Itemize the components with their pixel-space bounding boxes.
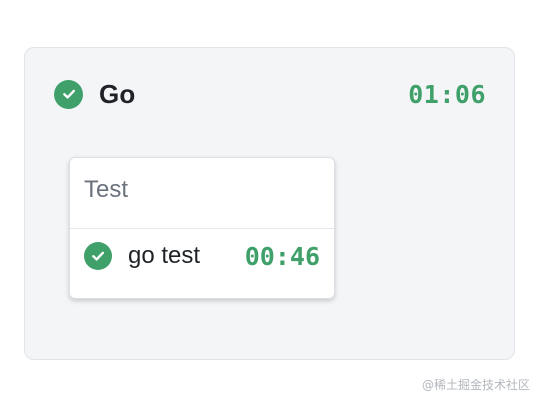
pipeline-panel: Go 01:06 Test go test 00:46 xyxy=(24,47,515,360)
pipeline-duration: 01:06 xyxy=(408,79,486,109)
job-name[interactable]: go test xyxy=(128,242,200,270)
job-row[interactable]: go test 00:46 xyxy=(84,240,320,272)
pipeline-title: Go xyxy=(99,78,136,109)
stage-divider xyxy=(70,228,334,229)
check-circle-icon xyxy=(84,242,112,270)
watermark: @稀土掘金技术社区 xyxy=(421,378,530,392)
stage-title: Test xyxy=(84,176,129,203)
check-circle-icon xyxy=(54,79,83,109)
job-duration: 00:46 xyxy=(244,241,320,271)
stage-card[interactable]: Test go test 00:46 xyxy=(69,157,335,299)
pipeline-header: Go 01:06 xyxy=(54,78,486,110)
